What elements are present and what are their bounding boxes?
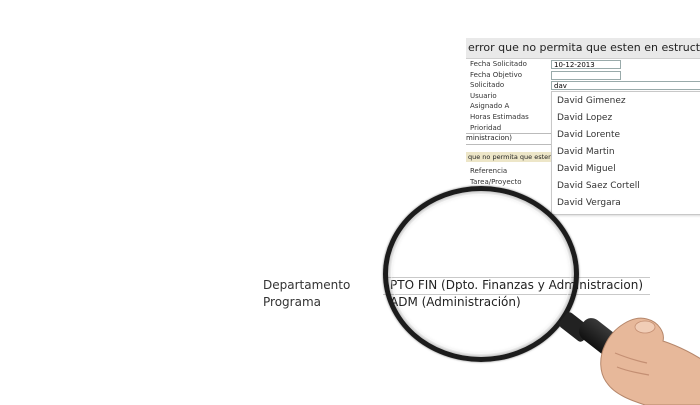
dropdown-option[interactable]: David Saez Cortell: [557, 181, 640, 191]
form-title-bar: error que no permita que esten en estruc…: [466, 38, 700, 59]
programa-label: Programa: [263, 295, 321, 309]
label-fecha-objetivo: Fecha Objetivo: [470, 71, 523, 79]
fecha-solicitado-field[interactable]: 10-12-2013: [551, 60, 621, 69]
dropdown-option[interactable]: David Lopez: [557, 113, 612, 123]
dropdown-option[interactable]: David Lorente: [557, 130, 620, 140]
label-referencia: Referencia: [470, 167, 508, 175]
solicitado-input[interactable]: dav: [551, 81, 700, 90]
label-fecha-solicitado: Fecha Solicitado: [470, 60, 527, 68]
hand-icon: [600, 317, 700, 405]
label-horas-estimadas: Horas Estimadas: [470, 113, 529, 121]
lens-highlight: [391, 194, 571, 354]
solicitado-autocomplete-dropdown[interactable]: David Gimenez David Lopez David Lorente …: [551, 91, 700, 215]
dropdown-option[interactable]: David Miguel: [557, 164, 616, 174]
label-solicitado: Solicitado: [470, 81, 505, 89]
magnifying-glass-icon: [383, 186, 579, 362]
description-strip: que no permita que esten: [466, 152, 554, 162]
dropdown-option[interactable]: David Martin: [557, 147, 615, 157]
label-prioridad: Prioridad: [470, 124, 502, 132]
form-title: error que no permita que esten en estruc…: [468, 41, 700, 54]
dropdown-option[interactable]: David Vergara: [557, 198, 621, 208]
fecha-objetivo-field[interactable]: [551, 71, 621, 80]
departamento-label: Departamento: [263, 278, 351, 292]
label-usuario: Usuario: [470, 92, 497, 100]
label-asignado-a: Asignado A: [470, 102, 510, 110]
program-strip: ministracion): [466, 134, 512, 142]
label-tarea-proyecto: Tarea/Proyecto: [470, 178, 522, 186]
dropdown-option[interactable]: David Gimenez: [557, 96, 626, 106]
separator: [466, 144, 556, 145]
